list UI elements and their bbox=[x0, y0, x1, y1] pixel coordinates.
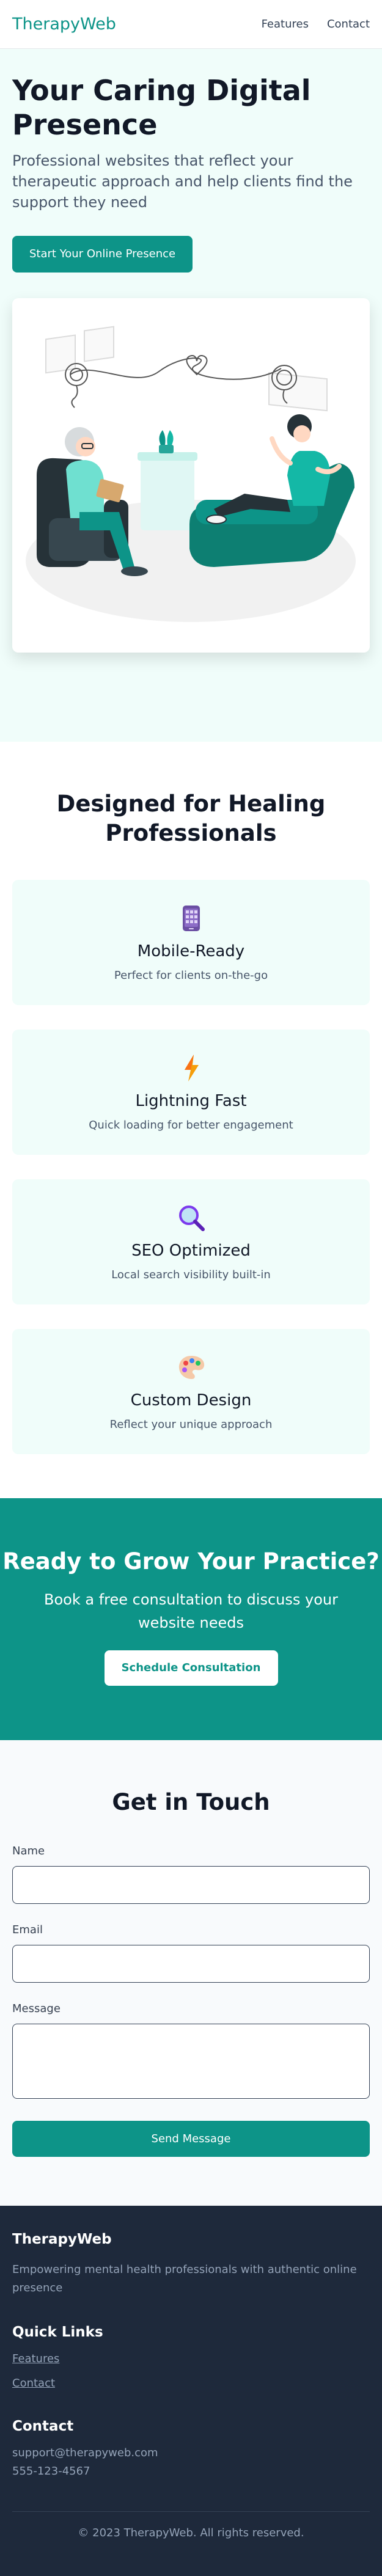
footer-phone: 555-123-4567 bbox=[12, 2465, 90, 2478]
hero-title: Your Caring Digital Presence bbox=[12, 74, 311, 141]
hero-section: Your Caring Digital Presence Professiona… bbox=[0, 49, 382, 742]
footer-description: Empowering mental health professionals w… bbox=[12, 2263, 357, 2294]
features-section: Designed for Healing Professionals Mobil… bbox=[0, 742, 382, 1498]
magnifier-icon bbox=[12, 1202, 370, 1233]
feature-title-fast: Lightning Fast bbox=[135, 1092, 247, 1110]
copyright: © 2023 TherapyWeb. All rights reserved. bbox=[12, 2511, 370, 2539]
contact-form: Name Email Message Send Message bbox=[12, 1845, 370, 2157]
start-online-presence-button[interactable]: Start Your Online Presence bbox=[12, 236, 193, 273]
footer-link-contact[interactable]: Contact bbox=[12, 2376, 370, 2391]
footer-email: support@therapyweb.com bbox=[12, 2446, 158, 2459]
message-label: Message bbox=[12, 2002, 61, 2015]
feature-text-fast: Quick loading for better engagement bbox=[89, 1119, 293, 1132]
contact-title: Get in Touch bbox=[112, 1789, 270, 1815]
feature-title-design: Custom Design bbox=[130, 1391, 252, 1410]
contact-info: support@therapyweb.com 555-123-4567 bbox=[12, 2445, 370, 2479]
hero-subtitle: Professional websites that reflect your … bbox=[12, 152, 353, 211]
feature-title-mobile: Mobile-Ready bbox=[137, 942, 245, 961]
feature-text-design: Reflect your unique approach bbox=[109, 1418, 273, 1431]
therapy-session-illustration bbox=[12, 298, 370, 653]
feature-title-seo: SEO Optimized bbox=[131, 1242, 251, 1260]
quick-links: Features Contact bbox=[12, 2351, 370, 2391]
footer-brand: TherapyWeb bbox=[12, 2231, 112, 2247]
footer-link-features[interactable]: Features bbox=[12, 2351, 370, 2367]
quick-links-title: Quick Links bbox=[12, 2324, 103, 2340]
name-label: Name bbox=[12, 1845, 45, 1857]
lightning-icon bbox=[12, 1053, 370, 1083]
name-field[interactable] bbox=[12, 1866, 370, 1904]
contact-info-title: Contact bbox=[12, 2418, 74, 2434]
nav-link-features[interactable]: Features bbox=[262, 18, 309, 31]
email-label: Email bbox=[12, 1923, 43, 1936]
feature-card-fast: Lightning Fast Quick loading for better … bbox=[12, 1030, 370, 1155]
feature-cards: Mobile-Ready Perfect for clients on-the-… bbox=[12, 880, 370, 1454]
cta-text: Book a free consultation to discuss your… bbox=[44, 1591, 338, 1631]
feature-text-mobile: Perfect for clients on-the-go bbox=[114, 969, 268, 982]
feature-card-design: Custom Design Reflect your unique approa… bbox=[12, 1329, 370, 1454]
cta-title: Ready to Grow Your Practice? bbox=[2, 1548, 380, 1575]
features-title: Designed for Healing Professionals bbox=[56, 791, 326, 846]
message-field[interactable] bbox=[12, 2024, 370, 2099]
schedule-consultation-button[interactable]: Schedule Consultation bbox=[104, 1650, 278, 1686]
feature-card-mobile: Mobile-Ready Perfect for clients on-the-… bbox=[12, 880, 370, 1005]
email-field[interactable] bbox=[12, 1945, 370, 1983]
feature-text-seo: Local search visibility built-in bbox=[111, 1268, 271, 1281]
palette-icon bbox=[12, 1352, 370, 1383]
site-header: TherapyWeb Features Contact bbox=[0, 0, 382, 49]
main-nav: Features Contact bbox=[262, 18, 370, 31]
contact-section: Get in Touch Name Email Message Send Mes… bbox=[0, 1740, 382, 2206]
feature-card-seo: SEO Optimized Local search visibility bu… bbox=[12, 1179, 370, 1304]
logo[interactable]: TherapyWeb bbox=[12, 15, 116, 34]
nav-link-contact[interactable]: Contact bbox=[327, 18, 370, 31]
mobile-phone-icon bbox=[12, 903, 370, 934]
cta-section: Ready to Grow Your Practice? Book a free… bbox=[0, 1498, 382, 1740]
site-footer: TherapyWeb Empowering mental health prof… bbox=[0, 2206, 382, 2576]
send-message-button[interactable]: Send Message bbox=[12, 2121, 370, 2157]
